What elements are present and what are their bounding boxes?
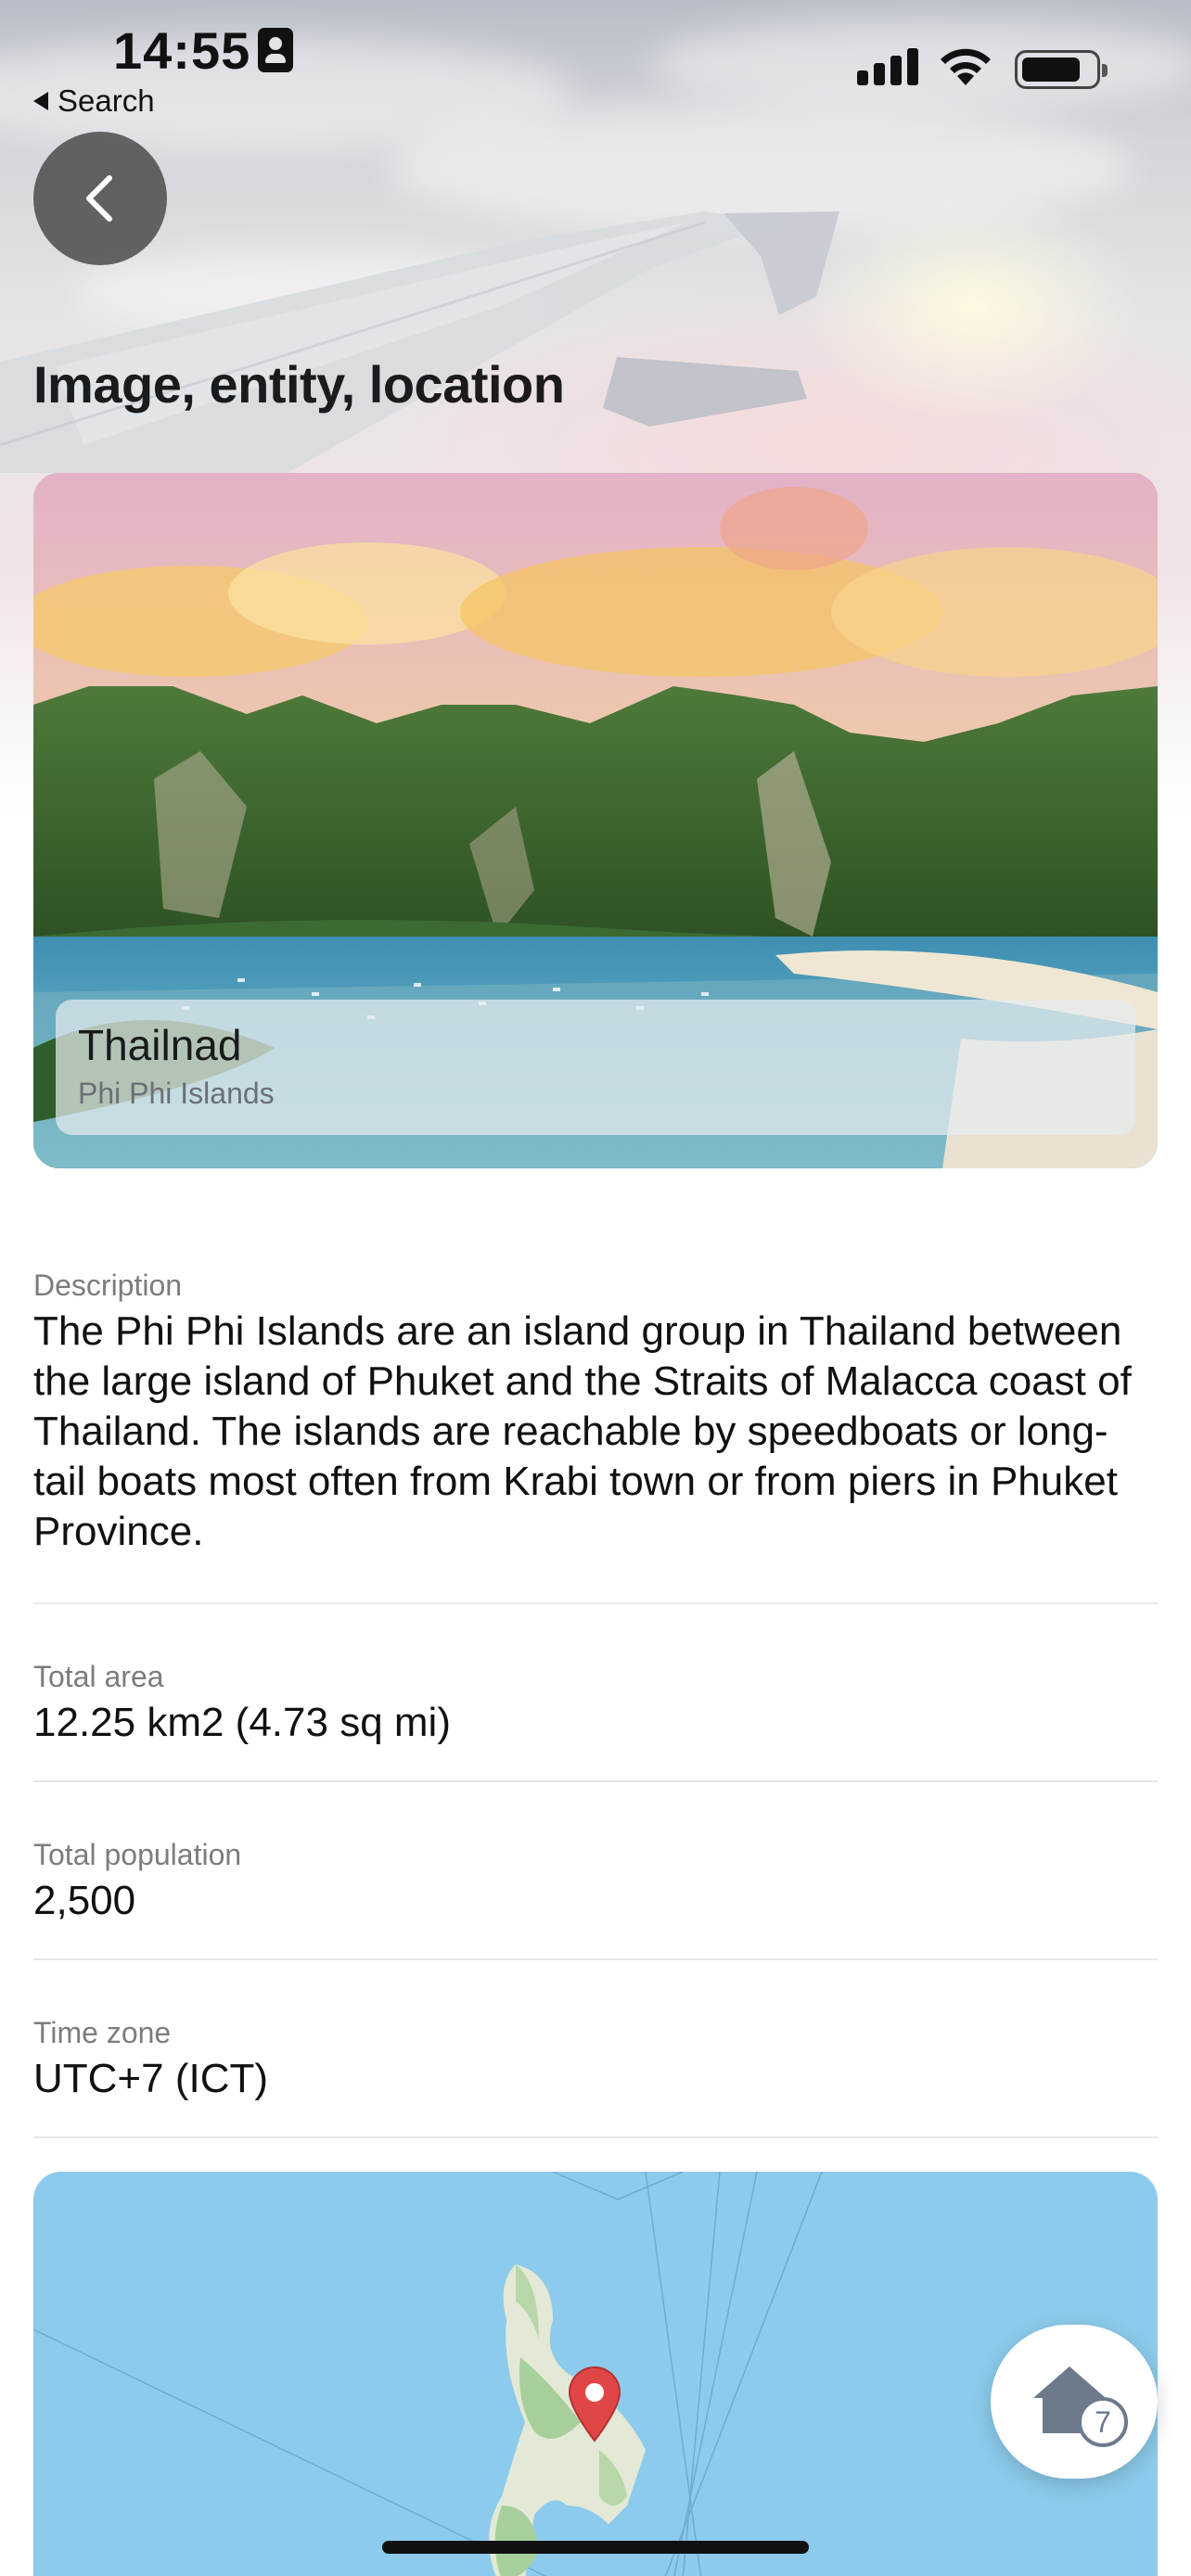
home-indicator[interactable] <box>382 2541 809 2554</box>
back-to-search-link[interactable]: Search <box>33 83 155 119</box>
notification-badge: 7 <box>1078 2397 1128 2447</box>
description-section: Description The Phi Phi Islands are an i… <box>33 1269 1158 1558</box>
status-time: 14:55 <box>113 21 251 80</box>
chevron-left-icon <box>86 175 112 222</box>
location-image-card[interactable]: Thailnad Phi Phi Islands <box>33 473 1158 1168</box>
airplane-wing-image <box>0 211 839 473</box>
image-caption: Thailnad Phi Phi Islands <box>56 1000 1135 1135</box>
back-button[interactable] <box>33 132 167 265</box>
divider <box>33 2136 1158 2138</box>
wifi-icon <box>941 48 991 85</box>
divider <box>33 1958 1158 1960</box>
total-population-value: 2,500 <box>33 1878 136 1923</box>
map-pin-icon[interactable] <box>566 2365 623 2442</box>
total-area-section: Total area 12.25 km2 (4.73 sq mi) <box>33 1660 1158 1748</box>
caption-title: Thailnad <box>78 1021 242 1069</box>
location-map[interactable] <box>33 2172 1158 2576</box>
contact-card-icon <box>258 28 293 72</box>
description-label: Description <box>33 1269 183 1302</box>
total-population-section: Total population 2,500 <box>33 1838 1158 1926</box>
time-zone-section: Time zone UTC+7 (ICT) <box>33 2016 1158 2104</box>
back-triangle-icon <box>33 92 48 110</box>
caption-subtitle: Phi Phi Islands <box>78 1076 275 1110</box>
time-zone-value: UTC+7 (ICT) <box>33 2056 268 2101</box>
home-floating-button[interactable]: 7 <box>991 2325 1158 2479</box>
total-area-value: 12.25 km2 (4.73 sq mi) <box>33 1700 451 1745</box>
cellular-signal-icon <box>857 48 918 85</box>
total-population-label: Total population <box>33 1838 242 1871</box>
page-title: Image, entity, location <box>33 355 565 414</box>
divider <box>33 1780 1158 1782</box>
back-to-search-label: Search <box>58 83 155 118</box>
status-bar: 14:55 Search <box>0 0 1191 130</box>
battery-icon <box>1015 50 1108 89</box>
description-text: The Phi Phi Islands are an island group … <box>33 1308 1132 1555</box>
total-area-label: Total area <box>33 1660 164 1693</box>
divider <box>33 1602 1158 1604</box>
time-zone-label: Time zone <box>33 2016 172 2049</box>
